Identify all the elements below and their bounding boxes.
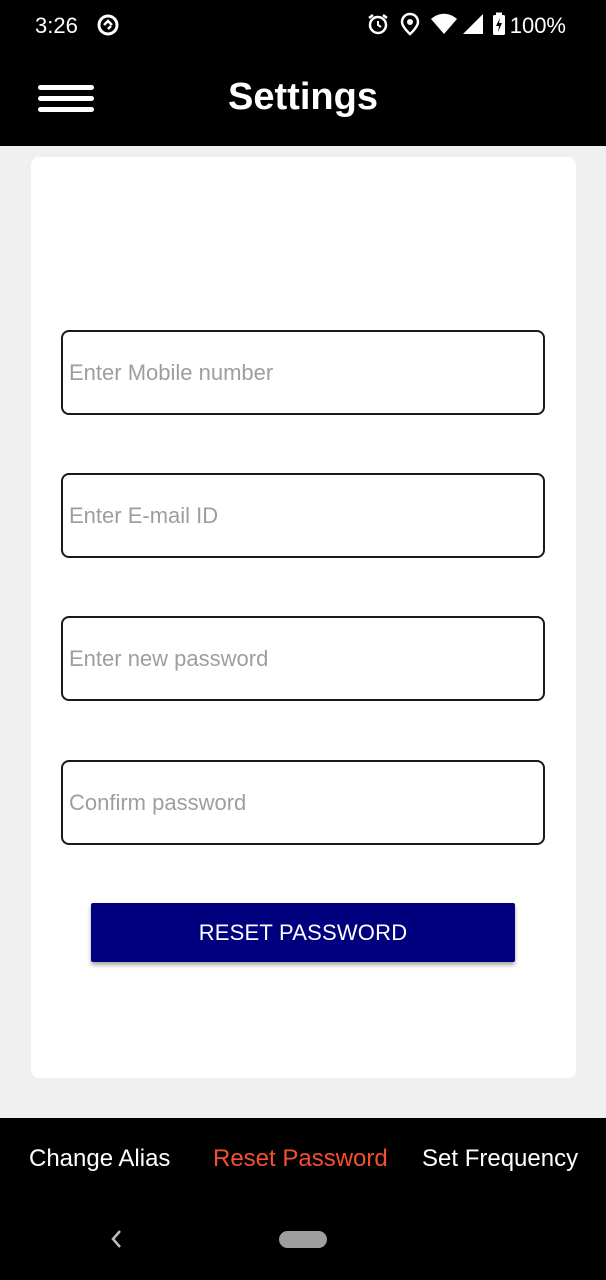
reset-password-button[interactable]: RESET PASSWORD [91,903,515,962]
home-pill-icon[interactable] [279,1231,327,1248]
sync-icon [96,13,120,37]
signal-icon [462,12,484,41]
tab-set-frequency[interactable]: Set Frequency [422,1145,578,1173]
status-bar: 3:26 100% [0,0,606,52]
location-icon [400,12,420,41]
tab-reset-password[interactable]: Reset Password [213,1145,388,1173]
screen: 3:26 100% Settings Enter Mobile number E… [0,0,606,1280]
app-bar: Settings [0,52,606,146]
back-chevron-icon[interactable] [108,1228,126,1250]
confirm-password-input[interactable] [63,762,543,843]
alarm-icon [366,12,390,41]
status-icons: 100% [356,12,566,40]
battery-percentage: 100% [509,13,566,38]
battery-charging-icon [492,12,506,41]
mobile-number-input[interactable] [63,332,543,413]
email-field[interactable] [61,473,545,558]
page-title: Settings [228,76,378,118]
bottom-tab-bar: Change Alias Reset Password Set Frequenc… [0,1118,606,1280]
wifi-icon [430,12,458,41]
confirm-password-field[interactable] [61,760,545,845]
tab-change-alias[interactable]: Change Alias [29,1145,170,1173]
reset-password-card: RESET PASSWORD [31,157,576,1078]
email-input[interactable] [63,475,543,556]
new-password-input[interactable] [63,618,543,699]
status-time: 3:26 [35,13,78,38]
new-password-field[interactable] [61,616,545,701]
mobile-number-field[interactable] [61,330,545,415]
